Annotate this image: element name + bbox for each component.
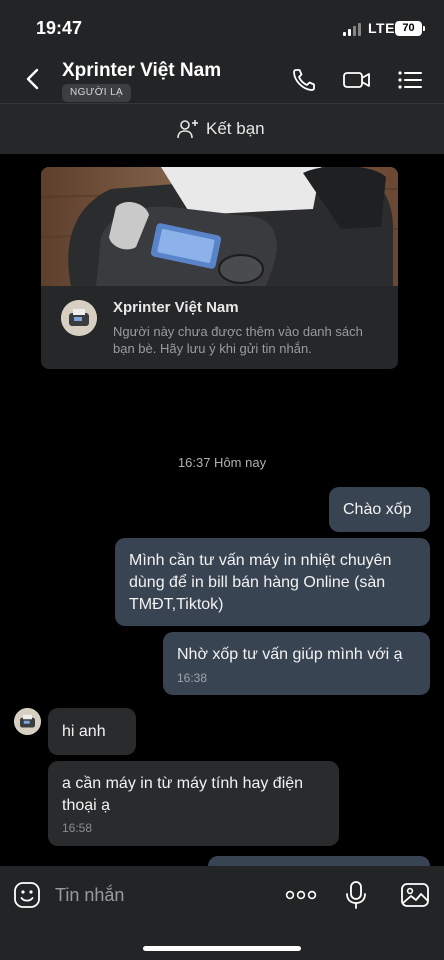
battery-icon: 70: [395, 21, 425, 36]
status-time: 19:47: [36, 18, 83, 38]
cellular-signal-icon: [343, 23, 365, 36]
message-text: Mình cần tư vấn máy in nhiệt chuyên dùng…: [129, 552, 392, 613]
time-separator: 16:37 Hôm nay: [177, 455, 267, 470]
stranger-warning-text: Người này chưa được thêm vào danh sách b…: [113, 324, 363, 356]
phone-icon: [293, 69, 315, 91]
contact-avatar: [61, 300, 97, 336]
contact-name[interactable]: Xprinter Việt Nam: [62, 60, 221, 82]
message-time: 16:38: [177, 671, 208, 685]
message-input[interactable]: Tin nhắn: [55, 885, 124, 906]
message-text: hi anh: [62, 723, 106, 740]
message-bubble-incoming[interactable]: hi anh: [48, 708, 136, 755]
image-icon: [401, 883, 429, 907]
network-type: LTE: [368, 20, 395, 36]
options-menu-button[interactable]: [396, 66, 424, 94]
emoji-icon: [14, 882, 40, 908]
more-options-button[interactable]: [284, 880, 318, 910]
message-bubble-outgoing[interactable]: Chào xốp: [329, 487, 430, 532]
add-friend-bar: Kết bạn: [0, 103, 444, 154]
status-bar: 19:47 LTE 70: [0, 0, 444, 54]
back-button[interactable]: [20, 66, 46, 92]
video-call-button[interactable]: [342, 66, 372, 94]
cover-photo: [41, 167, 398, 286]
add-user-icon: [177, 120, 198, 139]
sticker-button[interactable]: [12, 880, 42, 910]
printer-photo-illustration: [41, 167, 398, 286]
voice-call-button[interactable]: [290, 66, 318, 94]
video-camera-icon: [343, 72, 370, 88]
voice-message-button[interactable]: [341, 880, 371, 910]
sender-avatar[interactable]: [14, 708, 41, 735]
message-text: a cần máy in từ máy tính hay điện thoại …: [62, 775, 304, 814]
chevron-left-icon: [26, 68, 39, 90]
add-friend-button[interactable]: Kết bạn: [176, 118, 265, 140]
profile-card[interactable]: Xprinter Việt Nam Người này chưa được th…: [41, 167, 398, 369]
chat-header: Xprinter Việt Nam NGƯỜI LẠ: [0, 54, 444, 103]
menu-list-icon: [398, 71, 422, 89]
card-contact-name: Xprinter Việt Nam: [113, 299, 239, 316]
message-text: Nhờ xốp tư vấn giúp mình với ạ: [177, 646, 403, 663]
photo-picker-button[interactable]: [400, 880, 430, 910]
message-time: 16:58: [62, 821, 93, 835]
stranger-badge: NGƯỜI LẠ: [62, 84, 132, 102]
message-input-bar: Tin nhắn: [0, 866, 444, 960]
home-indicator[interactable]: [143, 946, 301, 951]
message-text: Chào xốp: [343, 501, 412, 518]
more-horizontal-icon: [285, 890, 317, 900]
message-bubble-incoming[interactable]: a cần máy in từ máy tính hay điện thoại …: [48, 761, 339, 846]
microphone-icon: [346, 881, 366, 909]
add-friend-label: Kết bạn: [206, 119, 265, 138]
message-bubble-outgoing[interactable]: Nhờ xốp tư vấn giúp mình với ạ 16:38: [163, 632, 430, 695]
message-bubble-outgoing[interactable]: Mình cần tư vấn máy in nhiệt chuyên dùng…: [115, 538, 430, 626]
